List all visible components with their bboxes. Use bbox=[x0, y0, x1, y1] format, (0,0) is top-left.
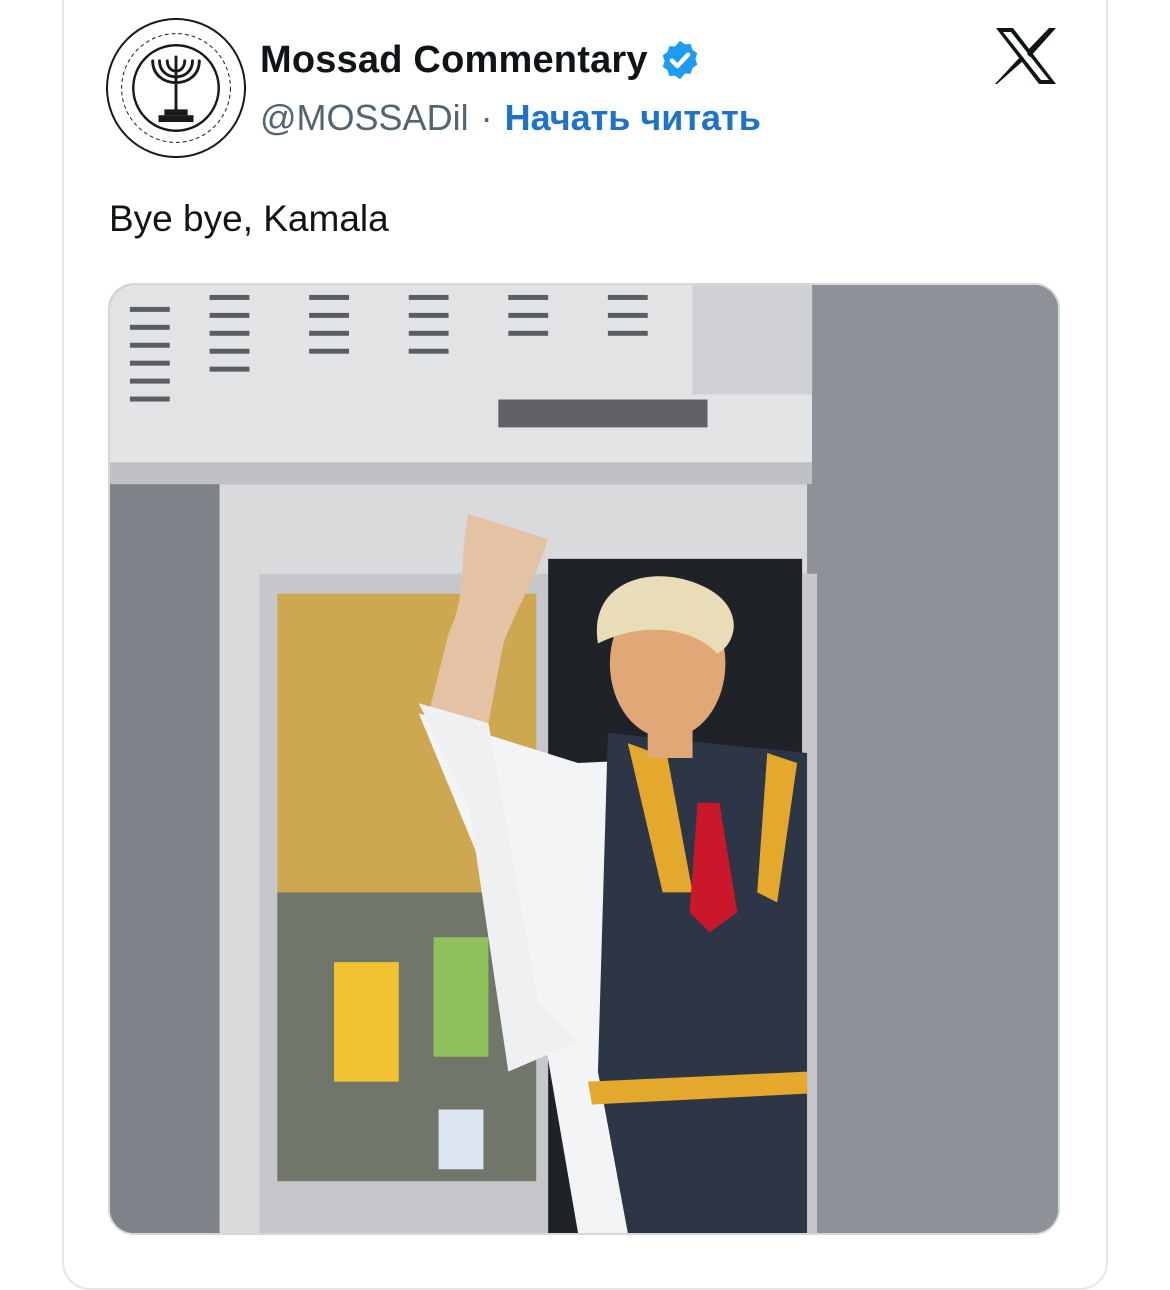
author-name-row[interactable]: Mossad Commentary bbox=[260, 38, 702, 82]
author-handle[interactable]: @MOSSADil bbox=[260, 97, 469, 139]
author-display-name[interactable]: Mossad Commentary bbox=[260, 39, 648, 82]
tweet-text: Bye bye, Kamala bbox=[109, 198, 389, 239]
tweet-photo[interactable] bbox=[108, 283, 1060, 1235]
follow-link[interactable]: Начать читать bbox=[505, 97, 761, 139]
author-handle-row: @MOSSADil · Начать читать bbox=[260, 97, 761, 139]
separator-dot: · bbox=[480, 97, 493, 138]
author-avatar[interactable] bbox=[106, 18, 246, 158]
menorah-emblem-icon bbox=[111, 23, 241, 153]
verified-badge-icon bbox=[658, 38, 702, 82]
x-logo-icon[interactable] bbox=[994, 26, 1058, 86]
